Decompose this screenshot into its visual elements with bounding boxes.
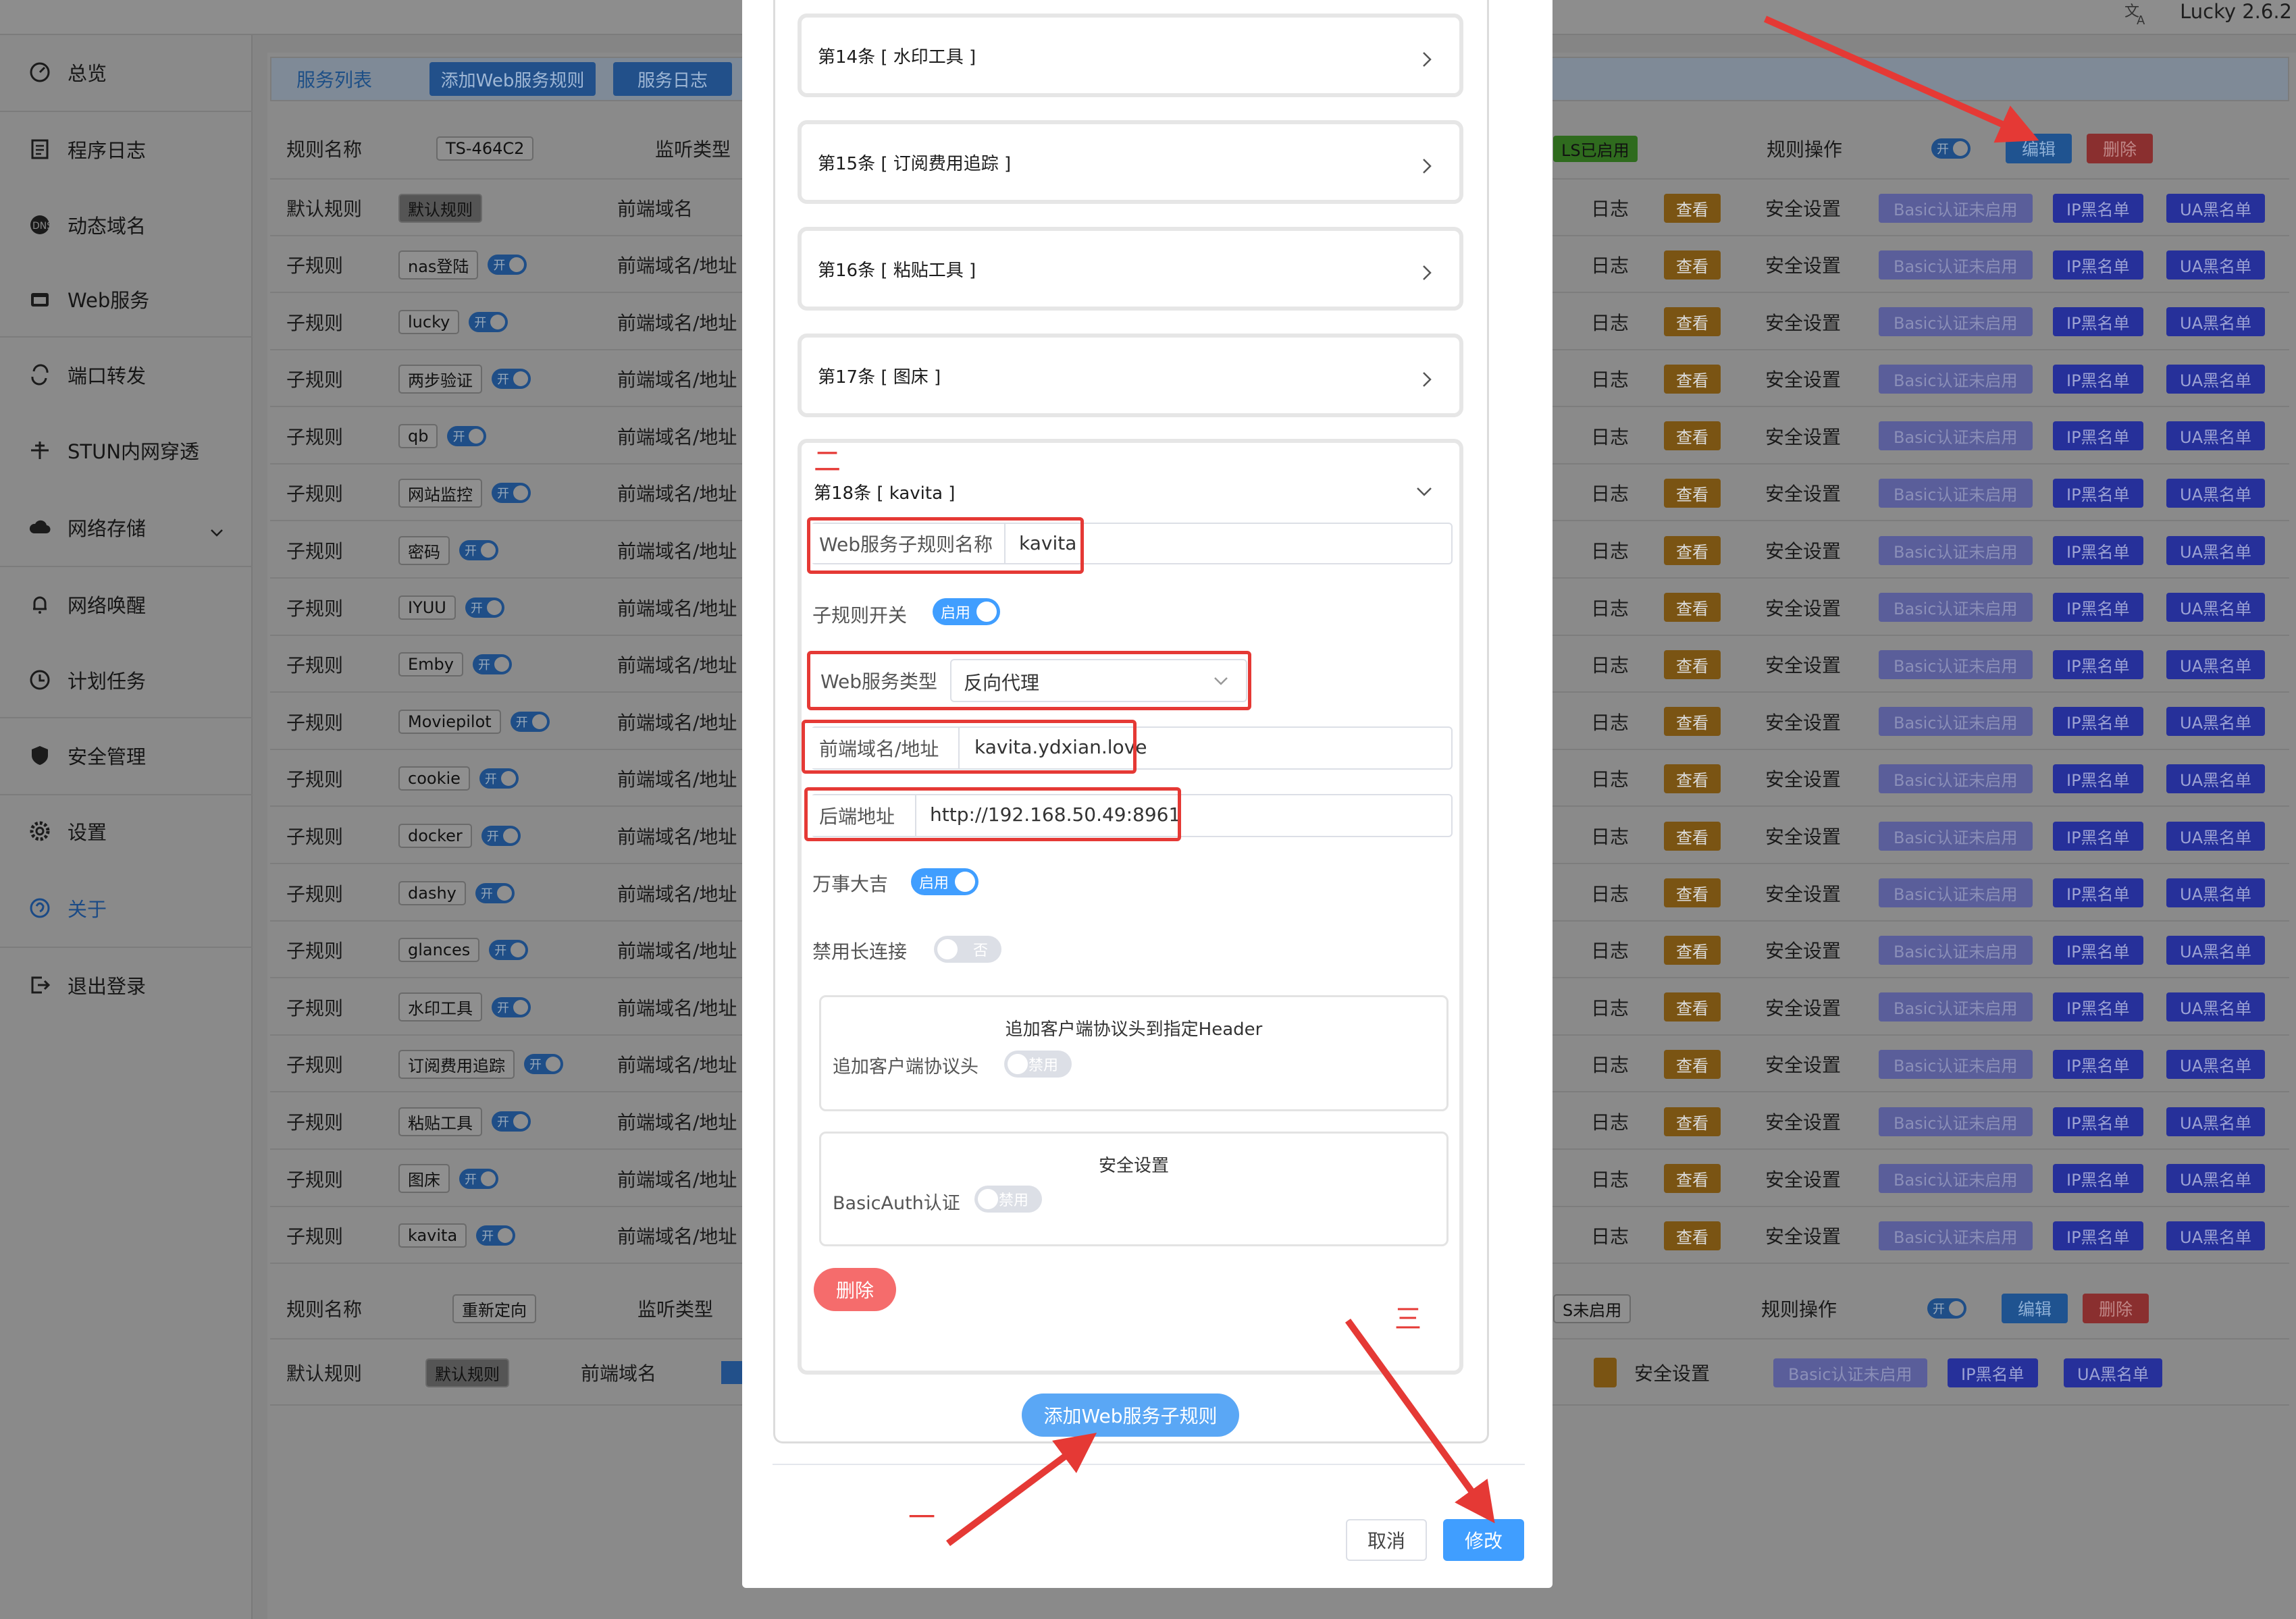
annotation-arrows <box>946 16 2039 1547</box>
arrow-to-add <box>946 1433 1097 1547</box>
arrow-to-edit <box>1763 16 2039 143</box>
arrow-to-submit <box>1345 1319 1495 1524</box>
